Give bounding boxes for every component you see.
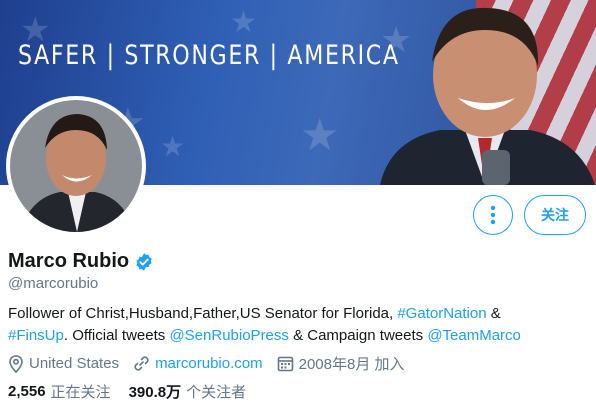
profile-website: marcorubio.com xyxy=(133,355,263,372)
hashtag-finsup-link[interactable]: #FinsUp xyxy=(8,327,64,344)
verified-badge-icon xyxy=(136,252,152,271)
more-options-button[interactable] xyxy=(473,195,513,235)
profile-location: United States xyxy=(8,354,120,373)
mention-teammarco-link[interactable]: @TeamMarco xyxy=(427,327,521,344)
mention-senrubiopress-link[interactable]: @SenRubioPress xyxy=(169,327,288,344)
avatar-photo xyxy=(10,100,142,232)
banner-portrait xyxy=(380,7,595,185)
vertical-dots-icon xyxy=(490,205,496,225)
bio-text: Follower of Christ,Husband,Father,US Sen… xyxy=(8,305,398,322)
profile-stats: 2,556 正在关注 390.8万 个关注者 xyxy=(8,381,264,402)
profile-name-row: Marco Rubio xyxy=(8,250,154,273)
bio-text: & xyxy=(486,305,501,322)
follow-button[interactable]: 关注 xyxy=(524,195,586,235)
location-pin-icon xyxy=(9,354,23,373)
calendar-icon xyxy=(277,356,293,372)
profile-avatar[interactable] xyxy=(6,96,146,236)
banner-slogan: SAFER | STRONGER | AMERICA xyxy=(18,40,400,71)
bio-text: . Official tweets xyxy=(63,327,170,344)
profile-handle: @marcorubio xyxy=(8,275,99,292)
profile-bio: Follower of Christ,Husband,Father,US Sen… xyxy=(8,303,590,347)
following-count[interactable]: 2,556 xyxy=(8,383,46,400)
location-text: United States xyxy=(29,355,120,372)
profile-name: Marco Rubio xyxy=(8,250,130,272)
followers-label[interactable]: 个关注者 xyxy=(186,381,246,402)
profile-meta: United States marcorubio.com 2008年8月 加入 xyxy=(8,353,419,374)
profile-joined: 2008年8月 加入 xyxy=(277,353,405,374)
link-icon xyxy=(134,356,149,371)
hashtag-gatornation-link[interactable]: #GatorNation xyxy=(397,305,486,322)
followers-count[interactable]: 390.8万 xyxy=(129,381,182,402)
joined-text: 2008年8月 加入 xyxy=(298,356,405,373)
bio-text: & Campaign tweets xyxy=(288,327,428,344)
following-label[interactable]: 正在关注 xyxy=(51,381,111,402)
website-link[interactable]: marcorubio.com xyxy=(155,355,263,372)
